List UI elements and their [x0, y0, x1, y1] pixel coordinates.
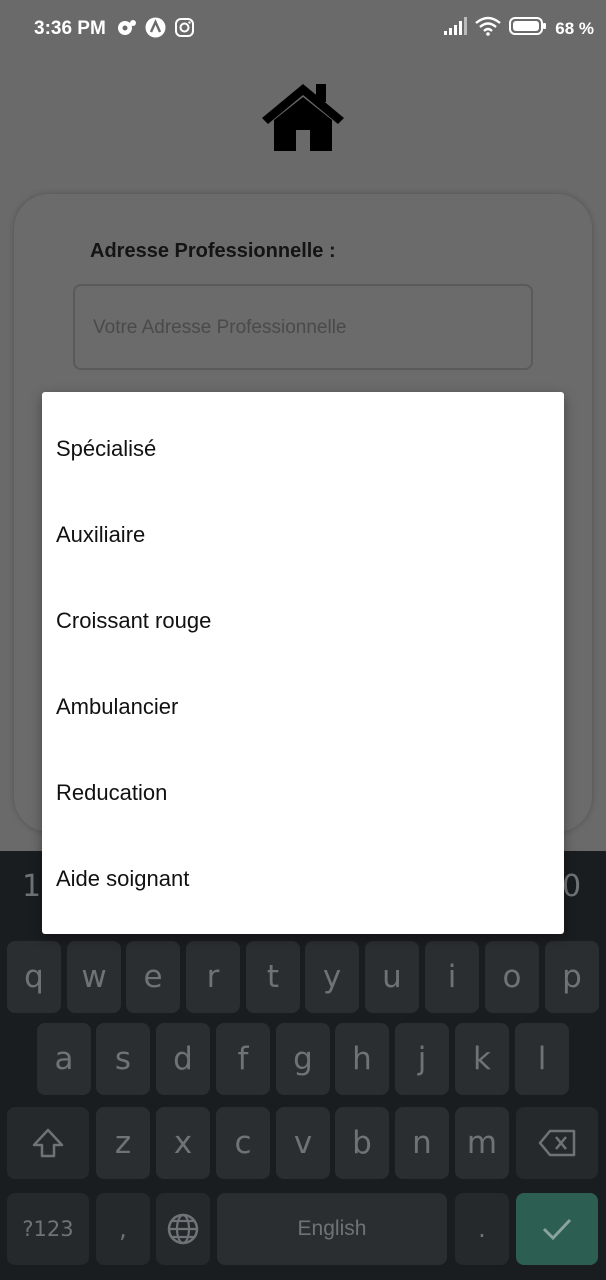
- key-m[interactable]: m: [455, 1107, 509, 1179]
- status-notification-icons: [116, 17, 195, 38]
- option-aide-soignant[interactable]: Aide soignant: [42, 836, 564, 922]
- space-key[interactable]: English: [217, 1193, 447, 1265]
- key-c[interactable]: c: [216, 1107, 270, 1179]
- symbols-key[interactable]: ?123: [7, 1193, 89, 1265]
- key-h[interactable]: h: [335, 1023, 389, 1095]
- key-g[interactable]: g: [276, 1023, 330, 1095]
- number-hint-1: 1: [22, 869, 42, 904]
- key-i[interactable]: i: [425, 941, 479, 1013]
- professional-address-input[interactable]: Votre Adresse Professionnelle: [73, 284, 533, 370]
- key-q[interactable]: q: [7, 941, 61, 1013]
- key-r[interactable]: r: [186, 941, 240, 1013]
- status-time: 3:36 PM: [34, 18, 106, 39]
- comma-key[interactable]: ,: [96, 1193, 150, 1265]
- key-n[interactable]: n: [395, 1107, 449, 1179]
- number-hint-0: 0: [562, 869, 582, 904]
- key-s[interactable]: s: [96, 1023, 150, 1095]
- option-croissant-rouge[interactable]: Croissant rouge: [42, 578, 564, 664]
- language-key[interactable]: [156, 1193, 210, 1265]
- option-reducation[interactable]: Reducation: [42, 750, 564, 836]
- status-system-icons: 68 %: [443, 16, 594, 41]
- shift-key[interactable]: [7, 1107, 89, 1179]
- wifi-icon: [475, 16, 502, 41]
- enter-key[interactable]: [516, 1193, 598, 1265]
- key-v[interactable]: v: [276, 1107, 330, 1179]
- key-o[interactable]: o: [485, 941, 539, 1013]
- backspace-icon: [538, 1129, 576, 1157]
- key-b[interactable]: b: [335, 1107, 389, 1179]
- key-d[interactable]: d: [156, 1023, 210, 1095]
- option-ambulancier[interactable]: Ambulancier: [42, 664, 564, 750]
- key-f[interactable]: f: [216, 1023, 270, 1095]
- key-l[interactable]: l: [515, 1023, 569, 1095]
- home-icon: [258, 80, 348, 154]
- key-w[interactable]: w: [67, 941, 121, 1013]
- professional-address-placeholder: Votre Adresse Professionnelle: [93, 317, 347, 338]
- professional-address-label: Adresse Professionnelle :: [90, 240, 336, 262]
- checkmark-icon: [542, 1218, 572, 1241]
- key-y[interactable]: y: [305, 941, 359, 1013]
- key-e[interactable]: e: [126, 941, 180, 1013]
- option-auxiliaire[interactable]: Auxiliaire: [42, 492, 564, 578]
- key-a[interactable]: a: [37, 1023, 91, 1095]
- battery-percent: 68 %: [555, 18, 594, 38]
- specialty-dropdown-menu: Spécialisé Auxiliaire Croissant rouge Am…: [42, 392, 564, 934]
- globe-icon: [167, 1213, 199, 1245]
- key-k[interactable]: k: [455, 1023, 509, 1095]
- key-z[interactable]: z: [96, 1107, 150, 1179]
- backspace-key[interactable]: [516, 1107, 598, 1179]
- notification-icon: [116, 17, 137, 38]
- key-p[interactable]: p: [545, 941, 599, 1013]
- option-specialise[interactable]: Spécialisé: [42, 406, 564, 492]
- key-t[interactable]: t: [246, 941, 300, 1013]
- app-a-icon: [145, 17, 166, 38]
- status-bar: 3:36 PM 68 %: [0, 0, 606, 60]
- signal-icon: [443, 16, 468, 41]
- shift-icon: [32, 1128, 64, 1158]
- battery-icon: [509, 16, 547, 41]
- key-j[interactable]: j: [395, 1023, 449, 1095]
- key-x[interactable]: x: [156, 1107, 210, 1179]
- key-u[interactable]: u: [365, 941, 419, 1013]
- period-key[interactable]: .: [455, 1193, 509, 1265]
- instagram-icon: [174, 17, 195, 38]
